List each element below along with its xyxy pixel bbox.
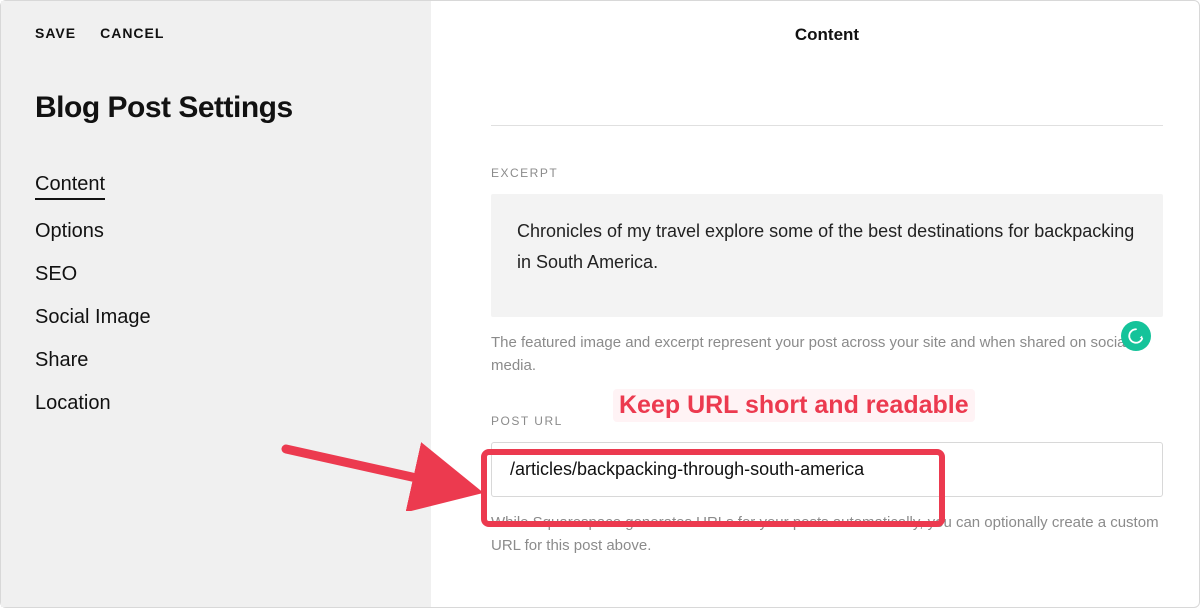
post-url-section: POST URL While Squarespace generates URL…: [491, 414, 1163, 558]
post-url-helper: While Squarespace generates URLs for you…: [491, 511, 1163, 558]
sidebar-item-social-image[interactable]: Social Image: [35, 306, 151, 329]
sidebar-nav: Content Options SEO Social Image Share L…: [1, 155, 431, 433]
save-button[interactable]: SAVE: [35, 25, 76, 41]
post-url-input[interactable]: [491, 442, 1163, 497]
sidebar-item-seo[interactable]: SEO: [35, 263, 77, 286]
excerpt-section: EXCERPT Chronicles of my travel explore …: [491, 166, 1163, 378]
main-title: Content: [491, 25, 1163, 125]
grammarly-icon[interactable]: [1121, 321, 1151, 351]
excerpt-helper: The featured image and excerpt represent…: [491, 331, 1163, 378]
cancel-button[interactable]: CANCEL: [100, 25, 164, 41]
sidebar: SAVE CANCEL Blog Post Settings Content O…: [1, 1, 431, 607]
sidebar-item-options[interactable]: Options: [35, 220, 104, 243]
sidebar-item-content[interactable]: Content: [35, 173, 105, 200]
divider: [491, 125, 1163, 126]
app-frame: SAVE CANCEL Blog Post Settings Content O…: [0, 0, 1200, 608]
page-title: Blog Post Settings: [1, 51, 431, 155]
sidebar-item-share[interactable]: Share: [35, 349, 88, 372]
topbar: SAVE CANCEL: [1, 1, 431, 51]
excerpt-textarea[interactable]: Chronicles of my travel explore some of …: [491, 194, 1163, 317]
main-panel: Content EXCERPT Chronicles of my travel …: [431, 1, 1199, 607]
sidebar-item-location[interactable]: Location: [35, 392, 111, 415]
post-url-label: POST URL: [491, 414, 1163, 428]
excerpt-label: EXCERPT: [491, 166, 1163, 180]
